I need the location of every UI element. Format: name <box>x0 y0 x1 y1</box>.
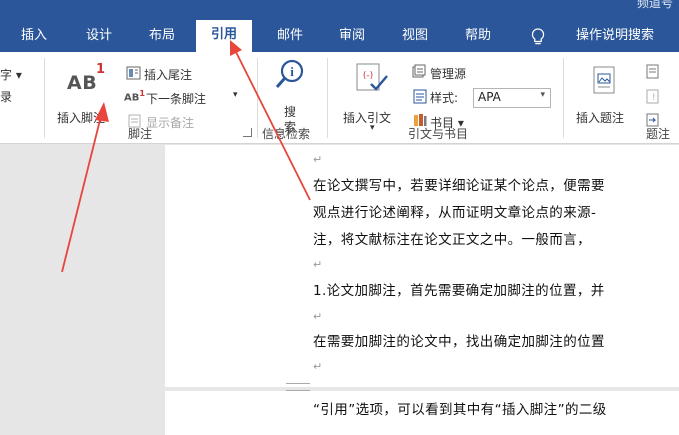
next-footnote-button[interactable]: 下一条脚注 <box>146 90 206 107</box>
insert-footnote-icon: AB <box>67 72 98 94</box>
group-separator <box>257 58 258 138</box>
tab-review[interactable]: 审阅 <box>326 23 378 52</box>
svg-text:(-): (-) <box>363 71 373 81</box>
chevron-down-icon: ▾ <box>540 90 545 100</box>
insert-caption-button[interactable]: 插入题注 <box>576 109 624 126</box>
manage-sources-button[interactable]: 管理源 <box>430 65 466 82</box>
tab-insert[interactable]: 插入 <box>8 23 60 52</box>
next-footnote-dropdown[interactable]: ▾ <box>233 90 238 100</box>
document-line[interactable]: 观点进行论述阐释，从而证明文章论点的来源- <box>313 201 596 221</box>
toc-fragment[interactable]: 录 <box>0 88 12 105</box>
tab-layout[interactable]: 布局 <box>136 23 188 52</box>
insert-footnote-icon-superscript: 1 <box>96 62 106 77</box>
tab-help[interactable]: 帮助 <box>452 23 504 52</box>
paragraph-mark: ↵ <box>313 258 323 271</box>
insert-citation-dropdown[interactable]: ▾ <box>370 123 375 133</box>
paragraph-mark: ↵ <box>313 153 323 166</box>
style-icon <box>413 89 427 104</box>
document-line[interactable]: 在论文撰写中，若要详细论证某个论点，便需要 <box>313 174 605 194</box>
ribbon-references: 字 ▾ 录 AB 1 插入脚注 插入尾注 AB1 下一条脚注 ▾ 显示备注 脚注… <box>0 52 679 144</box>
document-line[interactable]: “引用”选项，可以看到其中有“插入脚注”的二级 <box>313 398 607 418</box>
tab-mailings[interactable]: 邮件 <box>264 23 316 52</box>
paragraph-mark: ↵ <box>313 310 323 323</box>
tab-design[interactable]: 设计 <box>73 23 125 52</box>
account-name[interactable]: 频道号 <box>637 0 673 11</box>
insert-endnote-button[interactable]: 插入尾注 <box>144 66 192 83</box>
lightbulb-icon[interactable] <box>530 27 546 47</box>
title-and-tab-bar: 频道号 插入 设计 布局 引用 邮件 审阅 视图 帮助 操作说明搜索 <box>0 0 679 52</box>
update-table-icon[interactable]: ! <box>646 89 660 104</box>
document-line[interactable]: 在需要加脚注的论文中，找出确定加脚注的位置 <box>313 330 605 350</box>
next-footnote-icon: AB1 <box>124 89 145 104</box>
group-separator <box>327 58 328 138</box>
document-line[interactable]: 注，将文献标注在论文正文之中。一般而言， <box>313 228 591 248</box>
page-break-indicator <box>286 383 310 391</box>
smart-lookup-icon[interactable]: i <box>274 58 306 92</box>
insert-caption-icon <box>593 66 615 94</box>
citation-style-select[interactable]: APA ▾ <box>473 88 551 108</box>
citations-group-label: 引文与书目 <box>408 127 469 141</box>
insert-endnote-icon <box>126 66 141 80</box>
show-notes-button[interactable]: 显示备注 <box>146 114 194 131</box>
insert-table-of-figures-icon[interactable] <box>646 64 660 79</box>
footnotes-group-label: 脚注 <box>128 127 153 141</box>
document-line[interactable]: 1.论文加脚注，首先需要确定加脚注的位置，并 <box>313 279 605 299</box>
tab-view[interactable]: 视图 <box>389 23 441 52</box>
tab-references[interactable]: 引用 <box>196 20 252 52</box>
svg-text:i: i <box>290 64 294 79</box>
insert-citation-button[interactable]: 插入引文 <box>343 109 391 126</box>
svg-text:!: ! <box>652 93 656 103</box>
manage-sources-icon <box>412 64 426 78</box>
paragraph-mark: ↵ <box>313 360 323 373</box>
footnotes-dialog-launcher[interactable] <box>243 128 252 137</box>
insert-footnote-label: 插入脚注 <box>57 111 106 125</box>
group-separator <box>44 58 45 138</box>
group-separator <box>563 58 564 138</box>
insert-citation-icon: (-) <box>356 63 388 91</box>
style-label: 样式: <box>430 91 459 105</box>
research-group-label: 信息检索 <box>262 127 311 141</box>
tell-me-search[interactable]: 操作说明搜索 <box>556 23 674 52</box>
toc-update-fragment[interactable]: 字 ▾ <box>0 66 22 83</box>
citation-style-value: APA <box>478 90 501 104</box>
captions-group-label: 题注 <box>646 127 671 141</box>
